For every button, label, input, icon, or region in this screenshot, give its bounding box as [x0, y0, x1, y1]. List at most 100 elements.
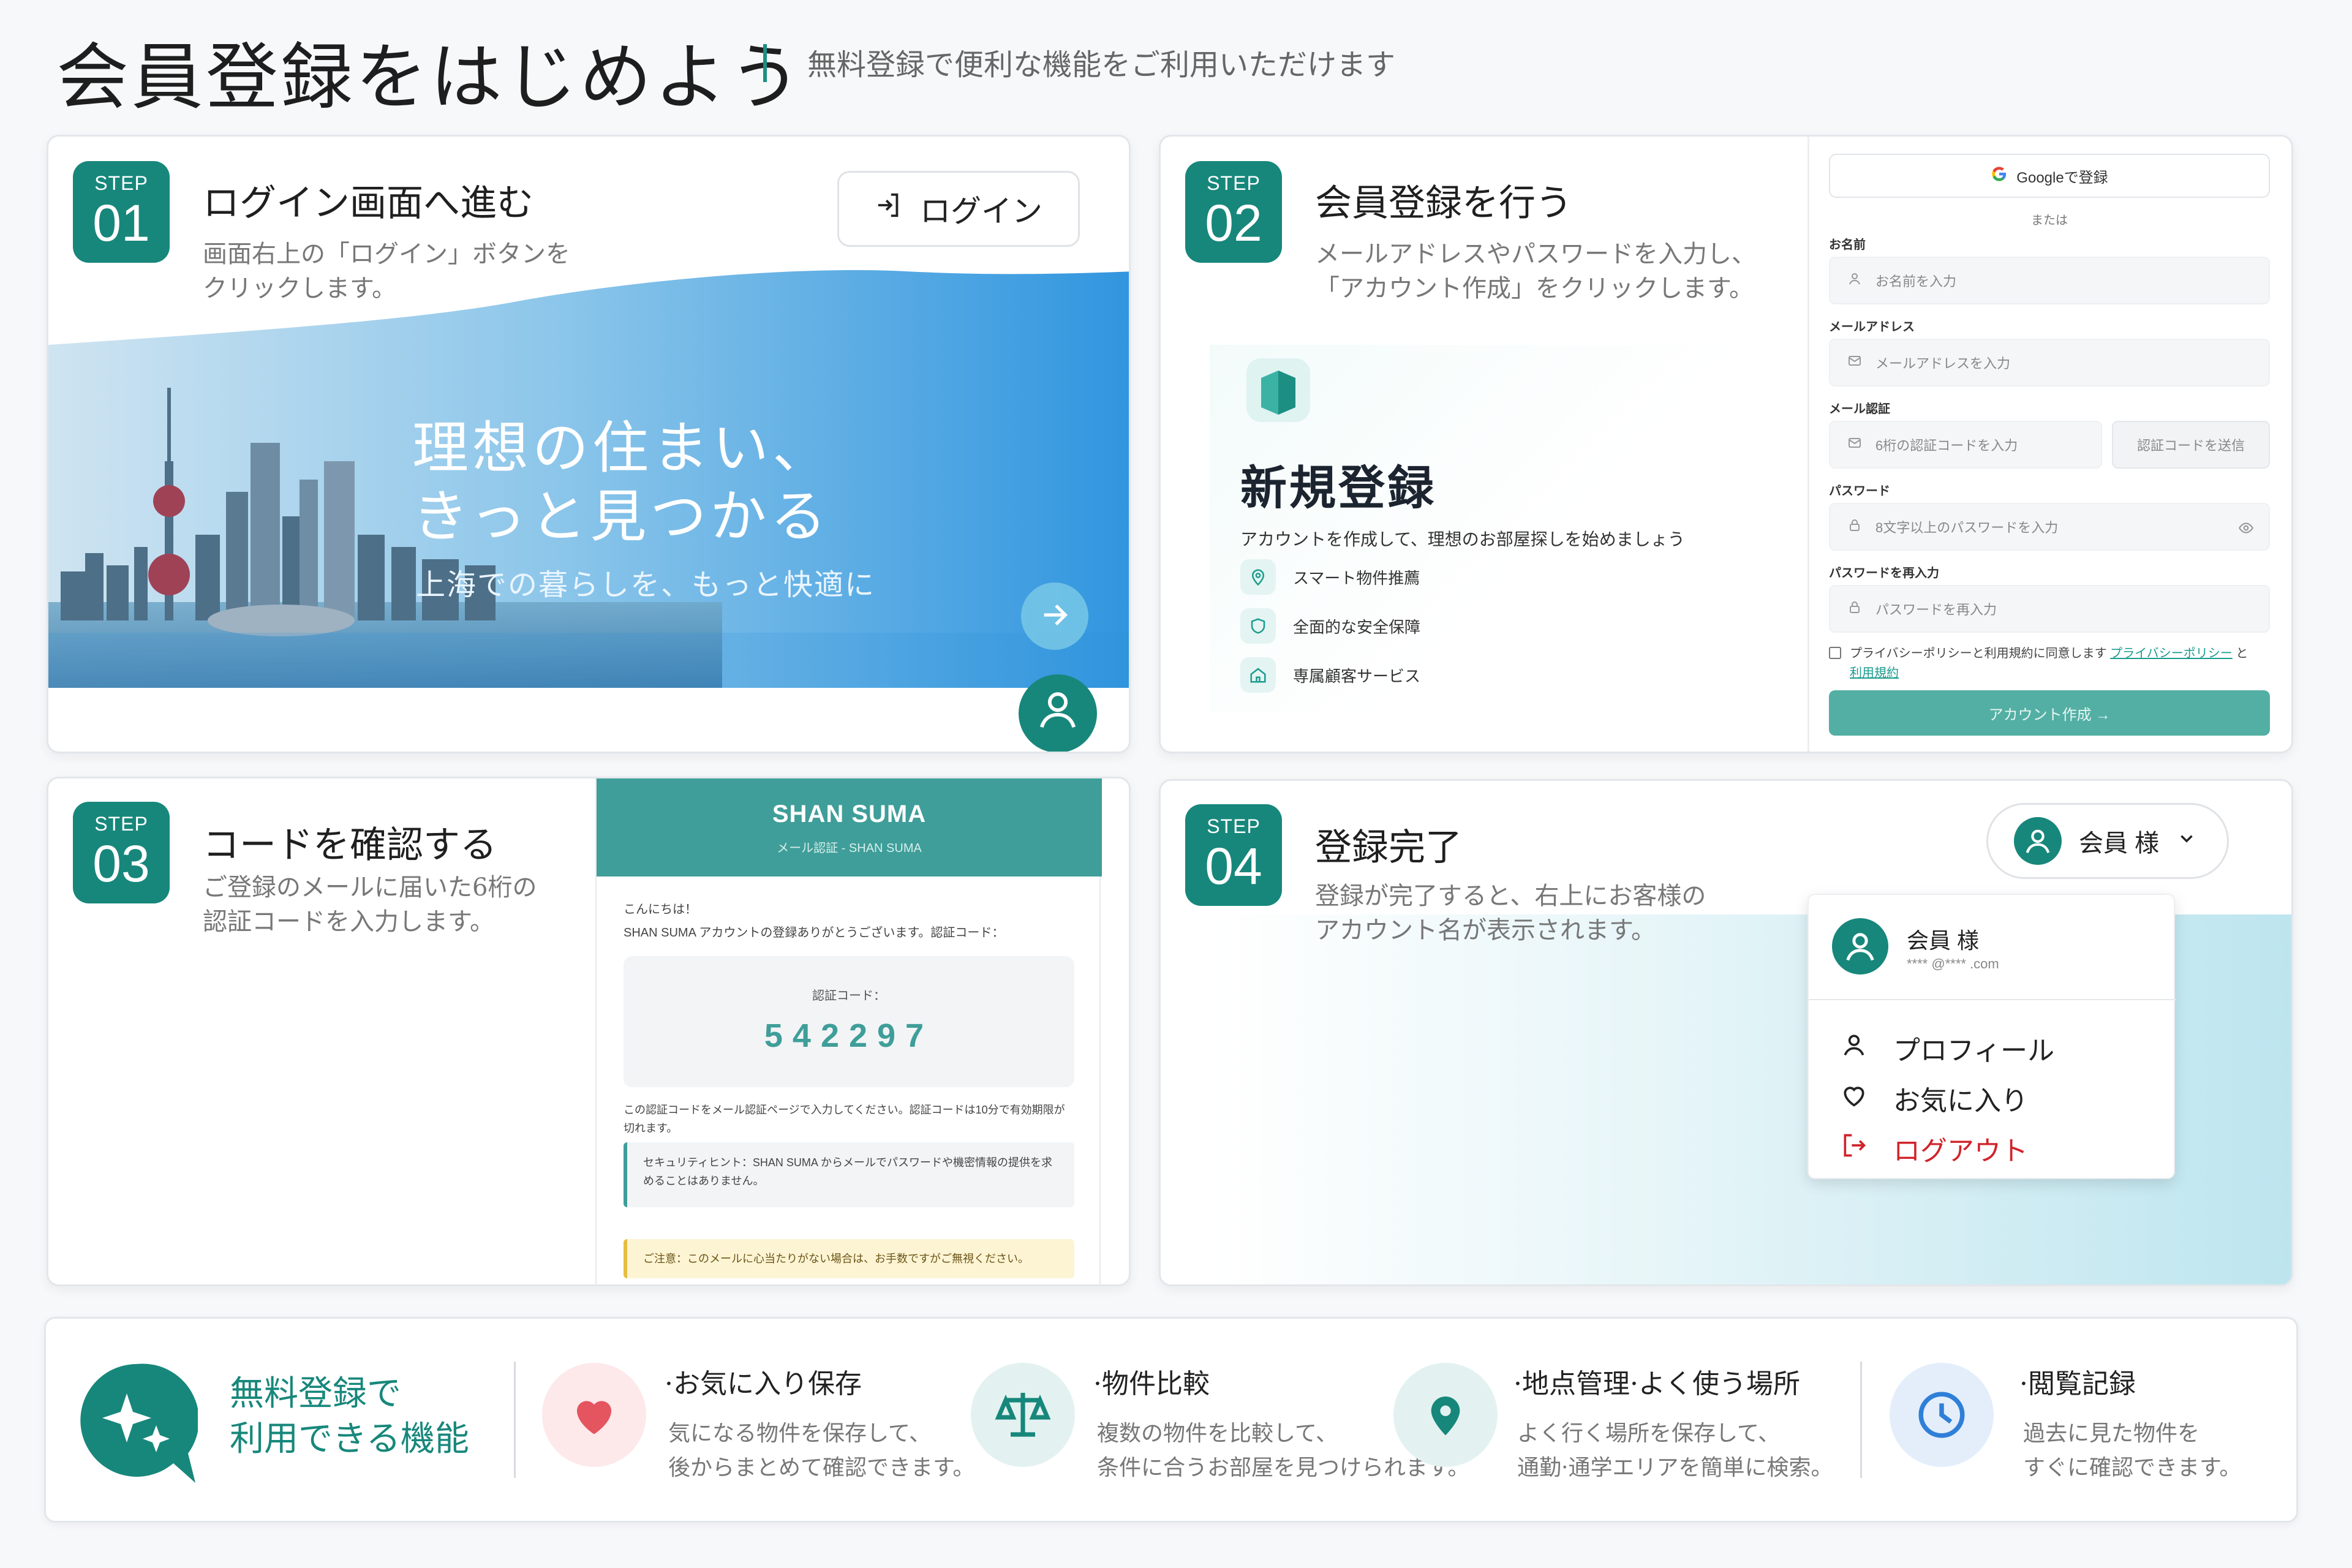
step-label: STEP	[1207, 172, 1261, 194]
step-number: 03	[92, 835, 150, 892]
features-headline-line-1: 無料登録で	[230, 1374, 401, 1414]
step-title: 登録完了	[1315, 826, 1462, 869]
register-title: 新規登録	[1240, 462, 1436, 514]
email-greeting: こんにちは！	[624, 903, 697, 916]
chevron-down-icon	[2176, 827, 2197, 855]
feature-label: 全面的な安全保障	[1293, 617, 1421, 636]
security-hint: セキュリティヒント：SHAN SUMA からメールでパスワードや機密情報の提供を…	[624, 1142, 1074, 1207]
email-header: SHAN SUMA メール認証 - SHAN SUMA	[597, 778, 1102, 876]
user-icon	[1036, 688, 1079, 752]
menu-item-favorites[interactable]: お気に入り	[1841, 1079, 2028, 1118]
home-icon	[1240, 657, 1276, 693]
free-features-bar: 無料登録で 利用できる機能 ·お気に入り保存 気になる物件を保存して、 後からま…	[44, 1317, 2298, 1523]
menu-item-label: プロフィール	[1893, 1036, 2055, 1066]
dropdown-email: **** @**** .com	[1907, 956, 1999, 971]
logout-icon	[1841, 1132, 1868, 1166]
step-label: STEP	[94, 172, 148, 194]
step-badge: STEP 01	[73, 161, 170, 263]
feature-item: 全面的な安全保障	[1240, 608, 1420, 644]
feature-description: 気になる物件を保存して、 後からまとめて確認できます。	[668, 1421, 975, 1480]
banner-arrow-button[interactable]	[1021, 582, 1088, 650]
banner-subtitle: 上海での暮らしを、もっと快適に	[416, 568, 876, 602]
menu-item-label: お気に入り	[1893, 1086, 2028, 1116]
password-confirm-placeholder: パスワードを再入力	[1875, 602, 1997, 617]
step-title: コードを確認する	[203, 824, 497, 867]
login-button[interactable]: ログイン	[837, 171, 1080, 247]
agree-checkbox[interactable]	[1829, 647, 1841, 659]
verification-email: SHAN SUMA メール認証 - SHAN SUMA こんにちは！ SHAN …	[595, 778, 1102, 1284]
step-badge: STEP 04	[1185, 804, 1282, 906]
feature-label: 専属顧客サービス	[1293, 666, 1421, 685]
user-icon	[2014, 817, 2062, 865]
dropdown-name: 会員 様	[1907, 928, 1980, 953]
step-01-card: STEP 01 ログイン画面へ進む 画面右上の「ログイン」ボタンを クリックしま…	[47, 135, 1131, 753]
email-input[interactable]: メールアドレスを入力	[1829, 339, 2270, 386]
banner-title-line-1: 理想の住まい、	[412, 415, 833, 481]
agree-text: プライバシーポリシーと利用規約に同意します	[1850, 647, 2107, 660]
eye-icon[interactable]	[2238, 520, 2254, 540]
terms-link[interactable]: 利用規約	[1850, 666, 1899, 680]
arrow-right-icon	[1039, 599, 1071, 634]
or-divider: または	[2031, 214, 2068, 227]
step-description: 登録が完了すると、右上にお客様の アカウント名が表示されます。	[1315, 882, 1706, 944]
google-icon	[1991, 165, 2008, 187]
name-input[interactable]: お名前を入力	[1829, 257, 2270, 304]
email-label: メールアドレス	[1829, 320, 1915, 334]
feature-title: ·閲覧記録	[2019, 1368, 2136, 1400]
heart-icon	[542, 1363, 646, 1467]
features-headline: 無料登録で 利用できる機能	[230, 1371, 469, 1462]
menu-item-logout[interactable]: ログアウト	[1841, 1129, 2028, 1168]
mail-icon	[1847, 435, 1862, 454]
create-account-button[interactable]: アカウント作成 →	[1829, 690, 2270, 736]
heart-icon	[1841, 1082, 1868, 1115]
and-text: と	[2236, 647, 2248, 660]
login-icon	[875, 191, 903, 227]
mail-icon	[1847, 353, 1862, 372]
lock-icon	[1847, 518, 1862, 536]
code-label: 認証コード：	[812, 989, 886, 1003]
menu-item-profile[interactable]: プロフィール	[1841, 1028, 2054, 1068]
divider	[514, 1362, 516, 1478]
password-confirm-input[interactable]: パスワードを再入力	[1829, 585, 2270, 633]
privacy-link[interactable]: プライバシーポリシー	[2110, 647, 2233, 660]
step-label: STEP	[1207, 815, 1261, 837]
feature-description: 過去に見た物件を すぐに確認できます。	[2023, 1421, 2242, 1480]
name-placeholder: お名前を入力	[1875, 274, 1957, 289]
email-thanks: SHAN SUMA アカウントの登録ありがとうございます。認証コード：	[624, 926, 1005, 940]
feature-item: 専属顧客サービス	[1240, 657, 1420, 693]
banner-title: 理想の住まい、 きっと見つかる	[412, 414, 832, 551]
banner-title-line-2: きっと見つかる	[412, 484, 831, 549]
register-description: アカウントを作成して、理想のお部屋探しを始めましょう	[1240, 530, 1685, 549]
register-form: Googleで登録 または お名前 お名前を入力 メールアドレス メールアドレス…	[1807, 137, 2288, 752]
user-icon	[1832, 918, 1888, 974]
feature-title: ·物件比較	[1093, 1368, 1210, 1400]
name-label: お名前	[1829, 238, 1866, 252]
google-signup-button[interactable]: Googleで登録	[1829, 154, 2270, 198]
account-dropdown: 会員 様 **** @**** .com プロフィール お気に入り ログアウト	[1807, 894, 2176, 1179]
feature-title: ·お気に入り保存	[665, 1368, 862, 1400]
verify-placeholder: 6桁の認証コードを入力	[1875, 438, 2018, 453]
location-pin-icon	[1393, 1363, 1498, 1467]
password-input[interactable]: 8文字以上のパスワードを入力	[1829, 503, 2270, 551]
account-name: 会員 様	[2079, 830, 2160, 857]
account-menu-button[interactable]: 会員 様	[1986, 803, 2229, 879]
user-avatar-button[interactable]	[1019, 674, 1097, 752]
password-placeholder: 8文字以上のパスワードを入力	[1875, 520, 2059, 535]
send-code-button[interactable]: 認証コードを送信	[2112, 421, 2270, 469]
step-description: メールアドレスやパスワードを入力し、 「アカウント作成」をクリックします。	[1315, 240, 1756, 303]
page-title: 会員登録をはじめよう	[56, 35, 804, 119]
code-box: 認証コード： 542297	[624, 956, 1074, 1087]
page-subtitle: 無料登録で便利な機能をご利用いただけます	[807, 48, 1396, 82]
clock-icon	[1890, 1363, 1994, 1467]
scale-icon	[971, 1363, 1075, 1467]
verify-label: メール認証	[1829, 402, 1890, 416]
step-label: STEP	[94, 813, 148, 835]
step-number: 04	[1205, 837, 1262, 895]
step-03-card: STEP 03 コードを確認する ご登録のメールに届いた6桁の 認証コードを入力…	[47, 777, 1131, 1286]
step-number: 02	[1205, 194, 1262, 252]
google-signup-label: Googleで登録	[2016, 169, 2108, 186]
verify-code-input[interactable]: 6桁の認証コードを入力	[1829, 421, 2102, 469]
feature-label: スマート物件推薦	[1293, 568, 1420, 587]
notice-box: ご注意：このメールに心当たりがない場合は、お手数ですがご無視ください。	[624, 1239, 1074, 1278]
verification-code: 542297	[764, 1017, 934, 1054]
